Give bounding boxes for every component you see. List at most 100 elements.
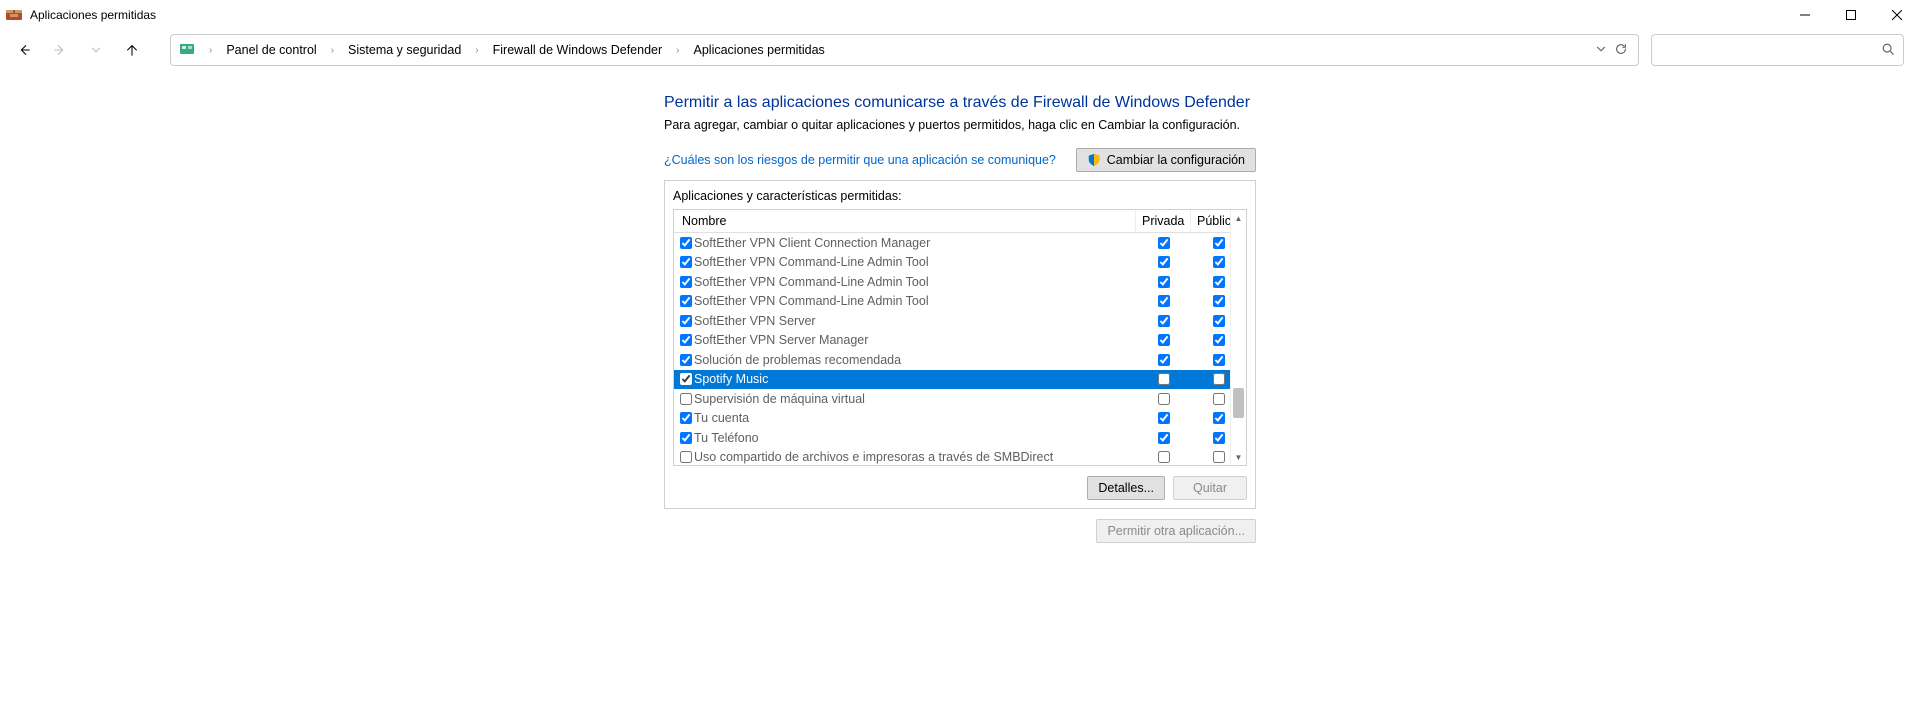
- chevron-right-icon: ›: [670, 45, 685, 56]
- allowed-apps-groupbox: Aplicaciones y características permitida…: [664, 180, 1256, 509]
- checkbox[interactable]: [680, 276, 692, 288]
- checkbox[interactable]: [1158, 295, 1170, 307]
- checkbox[interactable]: [1158, 237, 1170, 249]
- table-row[interactable]: Solución de problemas recomendada: [674, 350, 1246, 370]
- checkbox[interactable]: [1158, 334, 1170, 346]
- control-panel-icon: [179, 42, 195, 58]
- app-name-label: Tu cuenta: [694, 411, 749, 425]
- app-name-label: Supervisión de máquina virtual: [694, 392, 865, 406]
- checkbox[interactable]: [680, 315, 692, 327]
- table-row[interactable]: SoftEther VPN Command-Line Admin Tool: [674, 292, 1246, 312]
- change-settings-button[interactable]: Cambiar la configuración: [1076, 148, 1256, 172]
- checkbox[interactable]: [1213, 256, 1225, 268]
- vertical-scrollbar[interactable]: ▲ ▼: [1230, 210, 1246, 465]
- app-name-label: SoftEther VPN Server: [694, 314, 816, 328]
- window-title: Aplicaciones permitidas: [30, 8, 156, 22]
- breadcrumb-item[interactable]: Aplicaciones permitidas: [690, 41, 829, 59]
- table-row[interactable]: SoftEther VPN Client Connection Manager: [674, 233, 1246, 253]
- minimize-button[interactable]: [1782, 0, 1828, 30]
- scrollbar-thumb[interactable]: [1233, 388, 1244, 418]
- allow-other-app-button[interactable]: Permitir otra aplicación...: [1096, 519, 1256, 543]
- address-bar[interactable]: › Panel de control › Sistema y seguridad…: [170, 34, 1639, 66]
- checkbox[interactable]: [1158, 315, 1170, 327]
- remove-button[interactable]: Quitar: [1173, 476, 1247, 500]
- checkbox[interactable]: [680, 354, 692, 366]
- checkbox[interactable]: [1158, 354, 1170, 366]
- checkbox[interactable]: [680, 334, 692, 346]
- app-name-label: SoftEther VPN Command-Line Admin Tool: [694, 294, 929, 308]
- titlebar: Aplicaciones permitidas: [0, 0, 1920, 30]
- groupbox-label: Aplicaciones y características permitida…: [673, 189, 1247, 203]
- checkbox[interactable]: [1213, 432, 1225, 444]
- checkbox[interactable]: [680, 412, 692, 424]
- chevron-right-icon: ›: [203, 45, 218, 56]
- page-heading: Permitir a las aplicaciones comunicarse …: [664, 94, 1256, 112]
- up-button[interactable]: [116, 34, 148, 66]
- content-area: Permitir a las aplicaciones comunicarse …: [0, 70, 1920, 543]
- scroll-up-icon[interactable]: ▲: [1231, 210, 1246, 226]
- checkbox[interactable]: [680, 451, 692, 463]
- maximize-button[interactable]: [1828, 0, 1874, 30]
- checkbox[interactable]: [680, 295, 692, 307]
- table-row[interactable]: Uso compartido de archivos e impresoras …: [674, 448, 1246, 466]
- table-row[interactable]: SoftEther VPN Server: [674, 311, 1246, 331]
- app-name-label: Uso compartido de archivos e impresoras …: [694, 450, 1053, 464]
- back-button[interactable]: [8, 34, 40, 66]
- table-row[interactable]: SoftEther VPN Command-Line Admin Tool: [674, 272, 1246, 292]
- checkbox[interactable]: [1213, 354, 1225, 366]
- checkbox[interactable]: [680, 393, 692, 405]
- checkbox[interactable]: [1213, 334, 1225, 346]
- recent-locations-button[interactable]: [80, 34, 112, 66]
- search-box[interactable]: [1651, 34, 1904, 66]
- checkbox[interactable]: [680, 373, 692, 385]
- list-header: Nombre Privada Pública: [674, 210, 1246, 233]
- column-header-private[interactable]: Privada: [1136, 210, 1191, 232]
- checkbox[interactable]: [1158, 393, 1170, 405]
- checkbox[interactable]: [1158, 432, 1170, 444]
- search-input[interactable]: [1660, 42, 1881, 58]
- scroll-down-icon[interactable]: ▼: [1231, 449, 1246, 465]
- apps-list[interactable]: Nombre Privada Pública SoftEther VPN Cli…: [673, 209, 1247, 466]
- checkbox[interactable]: [1213, 315, 1225, 327]
- navbar: › Panel de control › Sistema y seguridad…: [0, 30, 1920, 70]
- chevron-down-icon[interactable]: [1594, 42, 1608, 59]
- app-name-label: SoftEther VPN Command-Line Admin Tool: [694, 275, 929, 289]
- checkbox[interactable]: [1213, 412, 1225, 424]
- close-button[interactable]: [1874, 0, 1920, 30]
- column-header-name[interactable]: Nombre: [674, 210, 1136, 232]
- checkbox[interactable]: [1158, 373, 1170, 385]
- table-row[interactable]: SoftEther VPN Server Manager: [674, 331, 1246, 351]
- refresh-icon[interactable]: [1614, 42, 1628, 59]
- checkbox[interactable]: [1158, 451, 1170, 463]
- risks-link[interactable]: ¿Cuáles son los riesgos de permitir que …: [664, 153, 1066, 167]
- change-settings-label: Cambiar la configuración: [1107, 153, 1245, 167]
- chevron-right-icon: ›: [469, 45, 484, 56]
- app-name-label: Spotify Music: [694, 372, 768, 386]
- app-name-label: SoftEther VPN Client Connection Manager: [694, 236, 930, 250]
- checkbox[interactable]: [680, 432, 692, 444]
- table-row[interactable]: Tu Teléfono: [674, 428, 1246, 448]
- checkbox[interactable]: [1213, 393, 1225, 405]
- checkbox[interactable]: [1158, 256, 1170, 268]
- checkbox[interactable]: [1213, 237, 1225, 249]
- page-subtext: Para agregar, cambiar o quitar aplicacio…: [664, 118, 1256, 132]
- forward-button[interactable]: [44, 34, 76, 66]
- breadcrumb-item[interactable]: Sistema y seguridad: [344, 41, 465, 59]
- breadcrumb-item[interactable]: Firewall de Windows Defender: [489, 41, 667, 59]
- checkbox[interactable]: [680, 237, 692, 249]
- checkbox[interactable]: [680, 256, 692, 268]
- table-row[interactable]: SoftEther VPN Command-Line Admin Tool: [674, 253, 1246, 273]
- table-row[interactable]: Tu cuenta: [674, 409, 1246, 429]
- checkbox[interactable]: [1213, 451, 1225, 463]
- details-button[interactable]: Detalles...: [1087, 476, 1165, 500]
- app-name-label: SoftEther VPN Server Manager: [694, 333, 868, 347]
- checkbox[interactable]: [1213, 276, 1225, 288]
- table-row[interactable]: Supervisión de máquina virtual: [674, 389, 1246, 409]
- search-icon[interactable]: [1881, 42, 1895, 59]
- checkbox[interactable]: [1213, 295, 1225, 307]
- table-row[interactable]: Spotify Music: [674, 370, 1246, 390]
- checkbox[interactable]: [1213, 373, 1225, 385]
- checkbox[interactable]: [1158, 276, 1170, 288]
- breadcrumb-item[interactable]: Panel de control: [222, 41, 320, 59]
- checkbox[interactable]: [1158, 412, 1170, 424]
